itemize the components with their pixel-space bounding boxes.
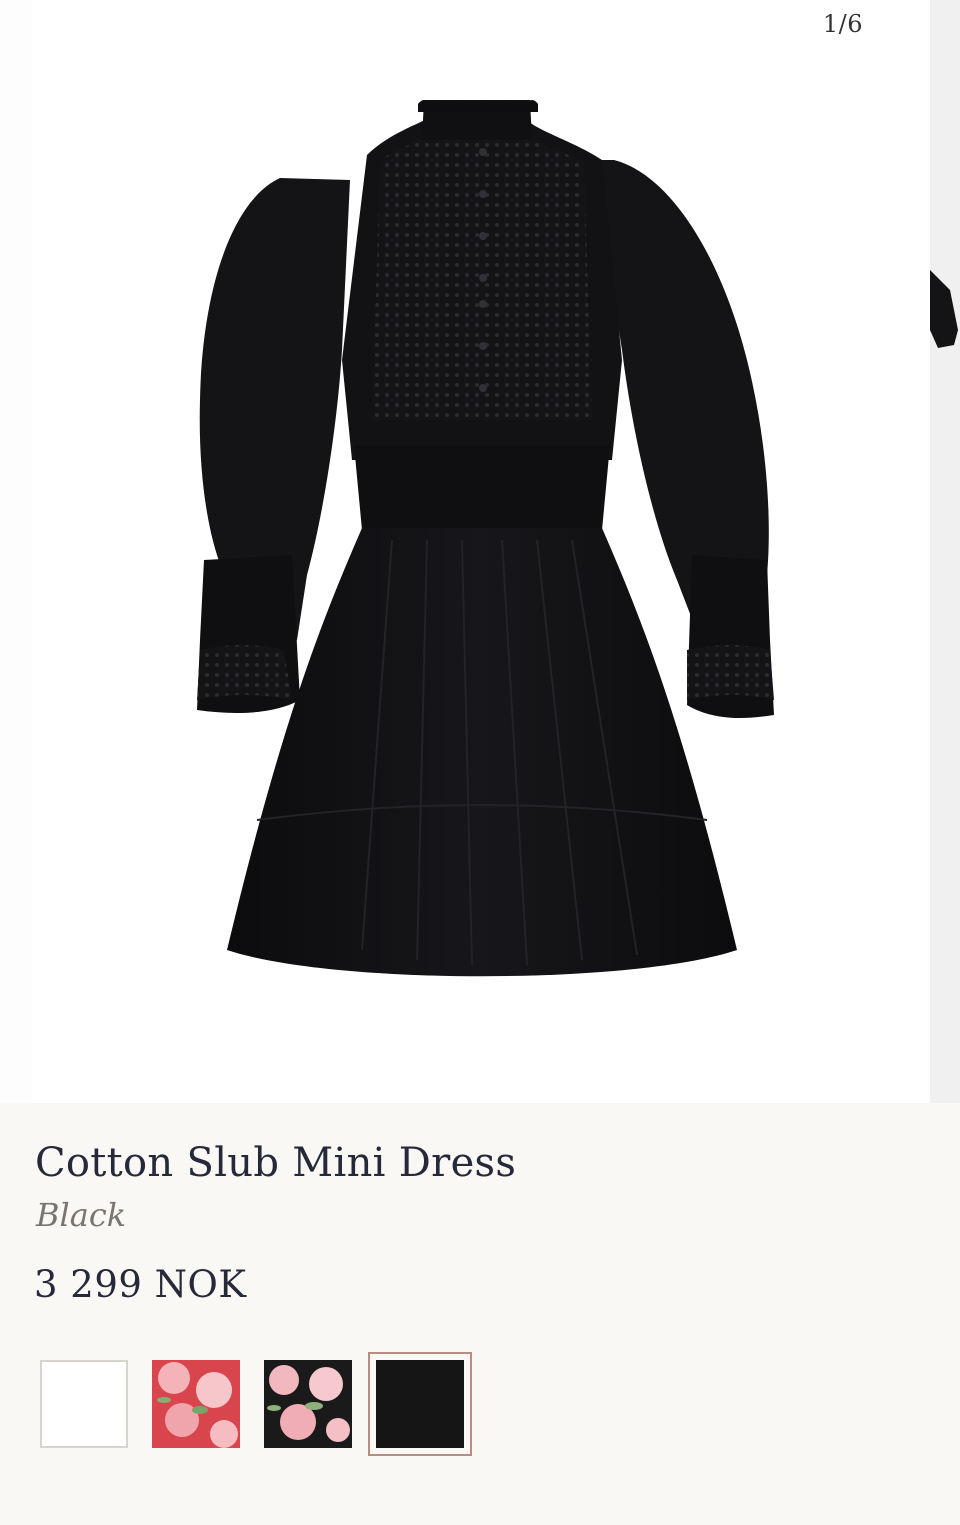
next-image-peek[interactable] [930,0,960,1103]
swatch-black-floral-pattern [264,1360,352,1448]
product-color-name: Black [36,1196,127,1234]
next-image-thumbnail [930,270,958,348]
swatch-black-fill [376,1360,464,1448]
product-image-gallery[interactable]: 1/6 [0,0,960,1103]
product-price: 3 299 NOK [34,1263,247,1306]
swatch-black[interactable] [368,1352,472,1456]
swatch-red-floral[interactable] [152,1360,240,1448]
swatch-white-fill [40,1360,128,1448]
color-swatches [40,1352,500,1456]
product-page: 1/6 Cotton Slub Mini Dress Black 3 299 N… [0,0,960,1525]
product-image[interactable]: 1/6 [32,0,930,1103]
image-counter: 1/6 [822,10,863,38]
gallery-left-edge [0,0,32,1103]
dress-image [197,100,774,977]
swatch-red-floral-pattern [152,1360,240,1448]
swatch-white[interactable] [40,1360,128,1448]
swatch-black-floral[interactable] [264,1360,352,1448]
product-title: Cotton Slub Mini Dress [35,1140,517,1186]
